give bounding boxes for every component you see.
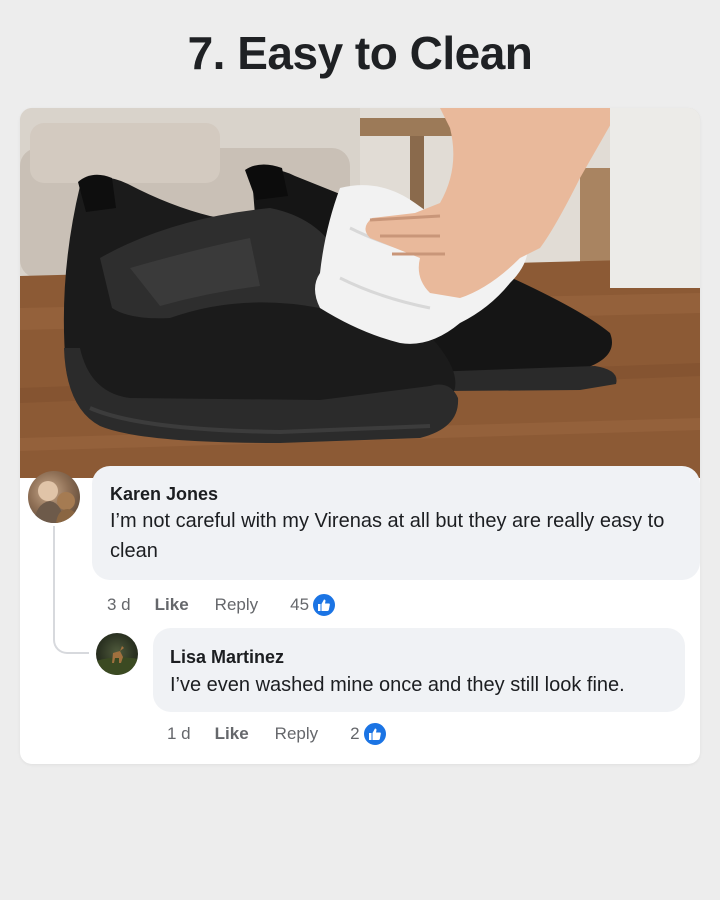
- comment-timestamp[interactable]: 1 d: [167, 724, 191, 744]
- like-button[interactable]: Like: [155, 595, 189, 615]
- comment-actions: 1 d Like Reply 2: [167, 721, 387, 747]
- comment-author[interactable]: Lisa Martinez: [170, 647, 284, 668]
- comment-author[interactable]: Karen Jones: [110, 484, 218, 505]
- thumbs-up-icon[interactable]: [312, 593, 337, 617]
- reaction-count[interactable]: 45: [290, 595, 309, 615]
- comment-text: I’ve even washed mine once and they stil…: [170, 674, 625, 696]
- reply-button[interactable]: Reply: [275, 724, 318, 744]
- thumbs-up-icon[interactable]: [362, 722, 387, 746]
- testimonial-card: Karen Jones I’m not careful with my Vire…: [20, 108, 700, 764]
- reaction-count[interactable]: 2: [350, 724, 359, 744]
- avatar-lisa-martinez[interactable]: [96, 633, 138, 675]
- profile-photo-icon: [96, 646, 138, 675]
- comment-bubble-lisa: Lisa Martinez I’ve even washed mine once…: [153, 628, 685, 712]
- product-photo: [20, 108, 700, 478]
- comment-bubble-karen: Karen Jones I’m not careful with my Vire…: [92, 466, 700, 580]
- like-button[interactable]: Like: [215, 724, 249, 744]
- comment-timestamp[interactable]: 3 d: [107, 595, 131, 615]
- avatar-karen-jones[interactable]: [28, 471, 80, 523]
- page: 7. Easy to Clean Karen Jones I’m not car…: [0, 0, 720, 900]
- page-title: 7. Easy to Clean: [187, 27, 533, 79]
- reply-thread-line: [53, 526, 89, 654]
- profile-photo-icon: [34, 481, 78, 523]
- shoe-cleaning-illustration: [20, 108, 700, 478]
- reply-button[interactable]: Reply: [215, 595, 258, 615]
- comment-text: I’m not careful with my Virenas at all b…: [110, 510, 665, 562]
- comment-actions: 3 d Like Reply 45: [107, 592, 337, 618]
